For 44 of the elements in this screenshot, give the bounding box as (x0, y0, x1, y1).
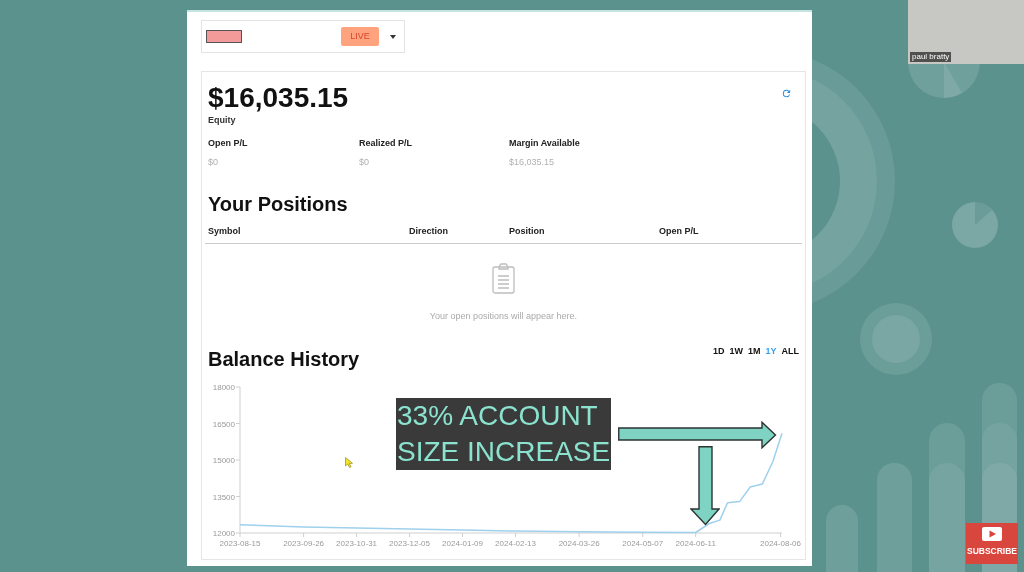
participant-name-tag: paul bratty (910, 52, 952, 62)
stat-label: Open P/L (208, 137, 248, 149)
x-axis-label: 2023-12-05 (389, 539, 431, 548)
x-axis-label: 2024-01-09 (442, 539, 483, 548)
empty-state-message: Your open positions will appear here. (429, 310, 578, 322)
column-header: Open P/L (659, 225, 699, 237)
y-axis-label: 16500 (212, 419, 235, 429)
stat-label: Margin Available (509, 137, 580, 149)
x-axis-label: 2024-06-11 (675, 539, 716, 548)
column-header: Direction (409, 225, 448, 237)
x-axis-label: 2024-03-26 (558, 539, 600, 548)
x-axis-label: 2024-02-13 (495, 539, 536, 548)
stat-value: $0 (359, 156, 369, 168)
mouse-cursor-icon (345, 457, 353, 468)
stat-label: Realized P/L (359, 137, 412, 149)
x-axis-label: 2023-08-15 (219, 539, 261, 548)
range-tab[interactable]: ALL (781, 345, 799, 357)
y-axis-label: 13500 (212, 492, 235, 502)
range-tab[interactable]: 1D (712, 345, 725, 357)
clipboard-icon (492, 263, 515, 294)
stat-value: $16,035.15 (509, 156, 555, 168)
range-tab[interactable]: 1M (747, 345, 761, 357)
column-header: Position (509, 225, 545, 237)
live-badge: LIVE (341, 27, 379, 46)
play-icon (982, 527, 1002, 541)
stat-value: $0 (208, 156, 218, 168)
equity-value: $16,035.15 (208, 83, 349, 113)
y-axis-label: 18000 (212, 383, 235, 392)
x-axis-label: 2024-08-06 (760, 539, 801, 548)
equity-label: Equity (208, 114, 236, 126)
y-axis-label: 12000 (212, 529, 235, 538)
redaction-block (206, 30, 242, 43)
x-axis-label: 2023-09-26 (283, 539, 325, 548)
range-tab[interactable]: 1W (729, 345, 743, 357)
y-axis-label: 15000 (212, 456, 235, 465)
x-axis-label: 2024-05-07 (622, 539, 664, 548)
x-axis-label: 2023-10-31 (336, 539, 378, 548)
caret-icon (390, 34, 396, 39)
video-caption: 33% ACCOUNT SIZE INCREASE (396, 398, 612, 470)
section-title: Balance History (208, 347, 360, 371)
section-title: Your Positions (208, 192, 348, 216)
column-header: Symbol (208, 225, 241, 237)
refresh-icon[interactable] (781, 88, 792, 99)
subscribe-label: SUBSCRIBE (966, 545, 1018, 557)
